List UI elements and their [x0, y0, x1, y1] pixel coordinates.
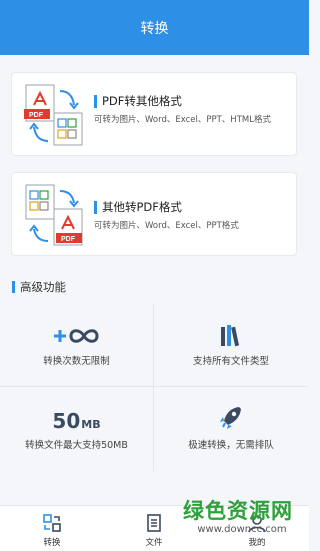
card-title: 其他转PDF格式	[94, 201, 290, 214]
page-title: 转换	[140, 20, 169, 37]
feature-50mb: 50MB 转换文件最大支持50MB	[0, 387, 154, 471]
card-description: 可转为图片、Word、Excel、PPT格式	[94, 221, 239, 231]
feature-all-types: 支持所有文件类型	[154, 303, 308, 387]
card-description: 可转为图片、Word、Excel、PPT、HTML格式	[94, 115, 271, 125]
pdf-badge-text: PDF	[61, 236, 76, 243]
size-value: 50	[52, 409, 81, 433]
feature-unlimited: 转换次数无限制	[0, 303, 154, 387]
watermark: 绿色资源网 www.downcc.com	[183, 495, 301, 547]
feature-grid: 转换次数无限制 支持所有文件类型 50MB 转换文件最大支持50MB 极速转换，…	[0, 303, 309, 471]
other-to-pdf-icon: PDF	[25, 184, 83, 246]
other-to-pdf-card[interactable]: PDF 其他转PDF格式 可转为图片、Word、Excel、PPT格式	[11, 172, 297, 256]
feature-fast: 极速转换，无需排队	[154, 387, 308, 471]
pdf-to-other-card[interactable]: PDF PDF转其他格式 可转为图片、Word、Excel、PPT、HTML格式	[11, 72, 297, 156]
file-icon	[147, 514, 161, 532]
app-header: 转换	[0, 0, 309, 55]
watermark-text: 绿色资源网	[183, 499, 293, 523]
convert-icon	[43, 514, 61, 532]
tab-label: 转换	[43, 538, 61, 548]
tab-label: 文件	[145, 538, 163, 548]
size-unit: MB	[81, 418, 101, 431]
rocket-icon	[220, 407, 241, 429]
50mb-icon: 50MB	[52, 409, 100, 433]
watermark-site: www.downcc.com	[197, 524, 287, 535]
advanced-section-title: 高级功能	[12, 281, 66, 293]
pdf-to-other-icon: PDF	[24, 84, 83, 146]
feature-label: 转换次数无限制	[43, 356, 110, 367]
tab-files[interactable]: 文件	[124, 512, 184, 548]
feature-label: 转换文件最大支持50MB	[25, 440, 128, 451]
pdf-badge-text: PDF	[29, 112, 44, 119]
card-title: PDF转其他格式	[94, 95, 290, 108]
books-icon	[221, 325, 240, 347]
feature-label: 极速转换，无需排队	[188, 440, 274, 451]
feature-label: 支持所有文件类型	[192, 356, 269, 367]
infinity-plus-icon	[54, 329, 99, 343]
tab-convert[interactable]: 转换	[22, 512, 82, 548]
